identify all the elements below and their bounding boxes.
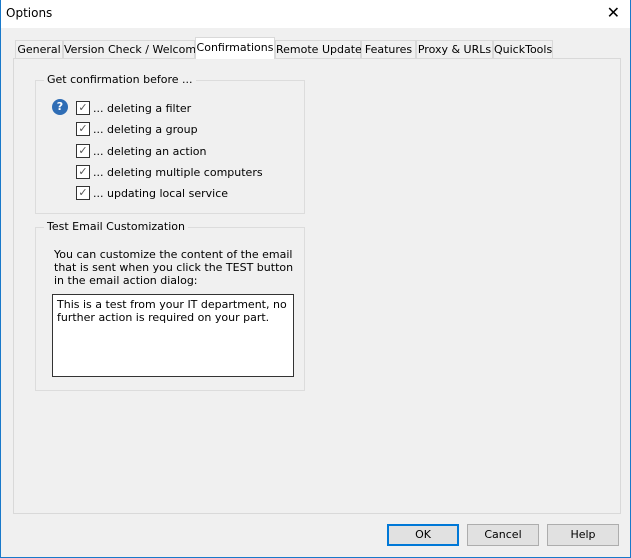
ok-button[interactable]: OK bbox=[387, 524, 459, 546]
cancel-button[interactable]: Cancel bbox=[467, 524, 539, 546]
checkbox-deleting-group[interactable]: ✓... deleting a group bbox=[76, 121, 198, 137]
checkbox-updating-local-service[interactable]: ✓... updating local service bbox=[76, 185, 228, 201]
test-email-group: Test Email Customization You can customi… bbox=[35, 220, 305, 391]
check-icon: ✓ bbox=[76, 101, 90, 115]
tab-version-check[interactable]: Version Check / Welcome bbox=[63, 40, 203, 59]
tab-quicktools[interactable]: QuickTools bbox=[493, 40, 553, 59]
email-text-area[interactable]: This is a test from your IT department, … bbox=[52, 294, 294, 377]
options-dialog: Options ✕ General Version Check / Welcom… bbox=[0, 0, 631, 558]
checkbox-label: ... deleting a group bbox=[93, 122, 198, 136]
group-label: Test Email Customization bbox=[44, 220, 188, 233]
tab-confirmations[interactable]: Confirmations bbox=[195, 37, 275, 59]
check-icon: ✓ bbox=[76, 186, 90, 200]
check-icon: ✓ bbox=[76, 122, 90, 136]
checkbox-label: ... updating local service bbox=[93, 186, 229, 200]
window-title: Options bbox=[6, 6, 53, 20]
tab-features[interactable]: Features bbox=[361, 40, 416, 59]
tab-panel: Get confirmation before ... ? ✓... delet… bbox=[13, 58, 621, 514]
checkbox-label: ... deleting an action bbox=[93, 144, 207, 158]
checkbox-deleting-multiple-computers[interactable]: ✓... deleting multiple computers bbox=[76, 164, 263, 180]
tab-general[interactable]: General bbox=[15, 40, 63, 59]
checkbox-deleting-filter[interactable]: ✓... deleting a filter bbox=[76, 100, 191, 116]
check-icon: ✓ bbox=[76, 165, 90, 179]
help-icon: ? bbox=[52, 99, 68, 115]
checkbox-label: ... deleting a filter bbox=[93, 101, 192, 115]
group-label: Get confirmation before ... bbox=[44, 73, 196, 86]
confirmation-group: Get confirmation before ... ? ✓... delet… bbox=[35, 73, 305, 214]
checkbox-deleting-action[interactable]: ✓... deleting an action bbox=[76, 143, 206, 159]
checkbox-label: ... deleting multiple computers bbox=[93, 165, 263, 179]
close-icon[interactable]: ✕ bbox=[607, 3, 620, 22]
email-description: You can customize the content of the ema… bbox=[54, 248, 294, 287]
tab-remote-update[interactable]: Remote Update bbox=[275, 40, 362, 59]
title-bar: Options ✕ bbox=[1, 0, 630, 28]
help-button[interactable]: Help bbox=[547, 524, 619, 546]
tab-proxy-urls[interactable]: Proxy & URLs bbox=[416, 40, 493, 59]
check-icon: ✓ bbox=[76, 144, 90, 158]
